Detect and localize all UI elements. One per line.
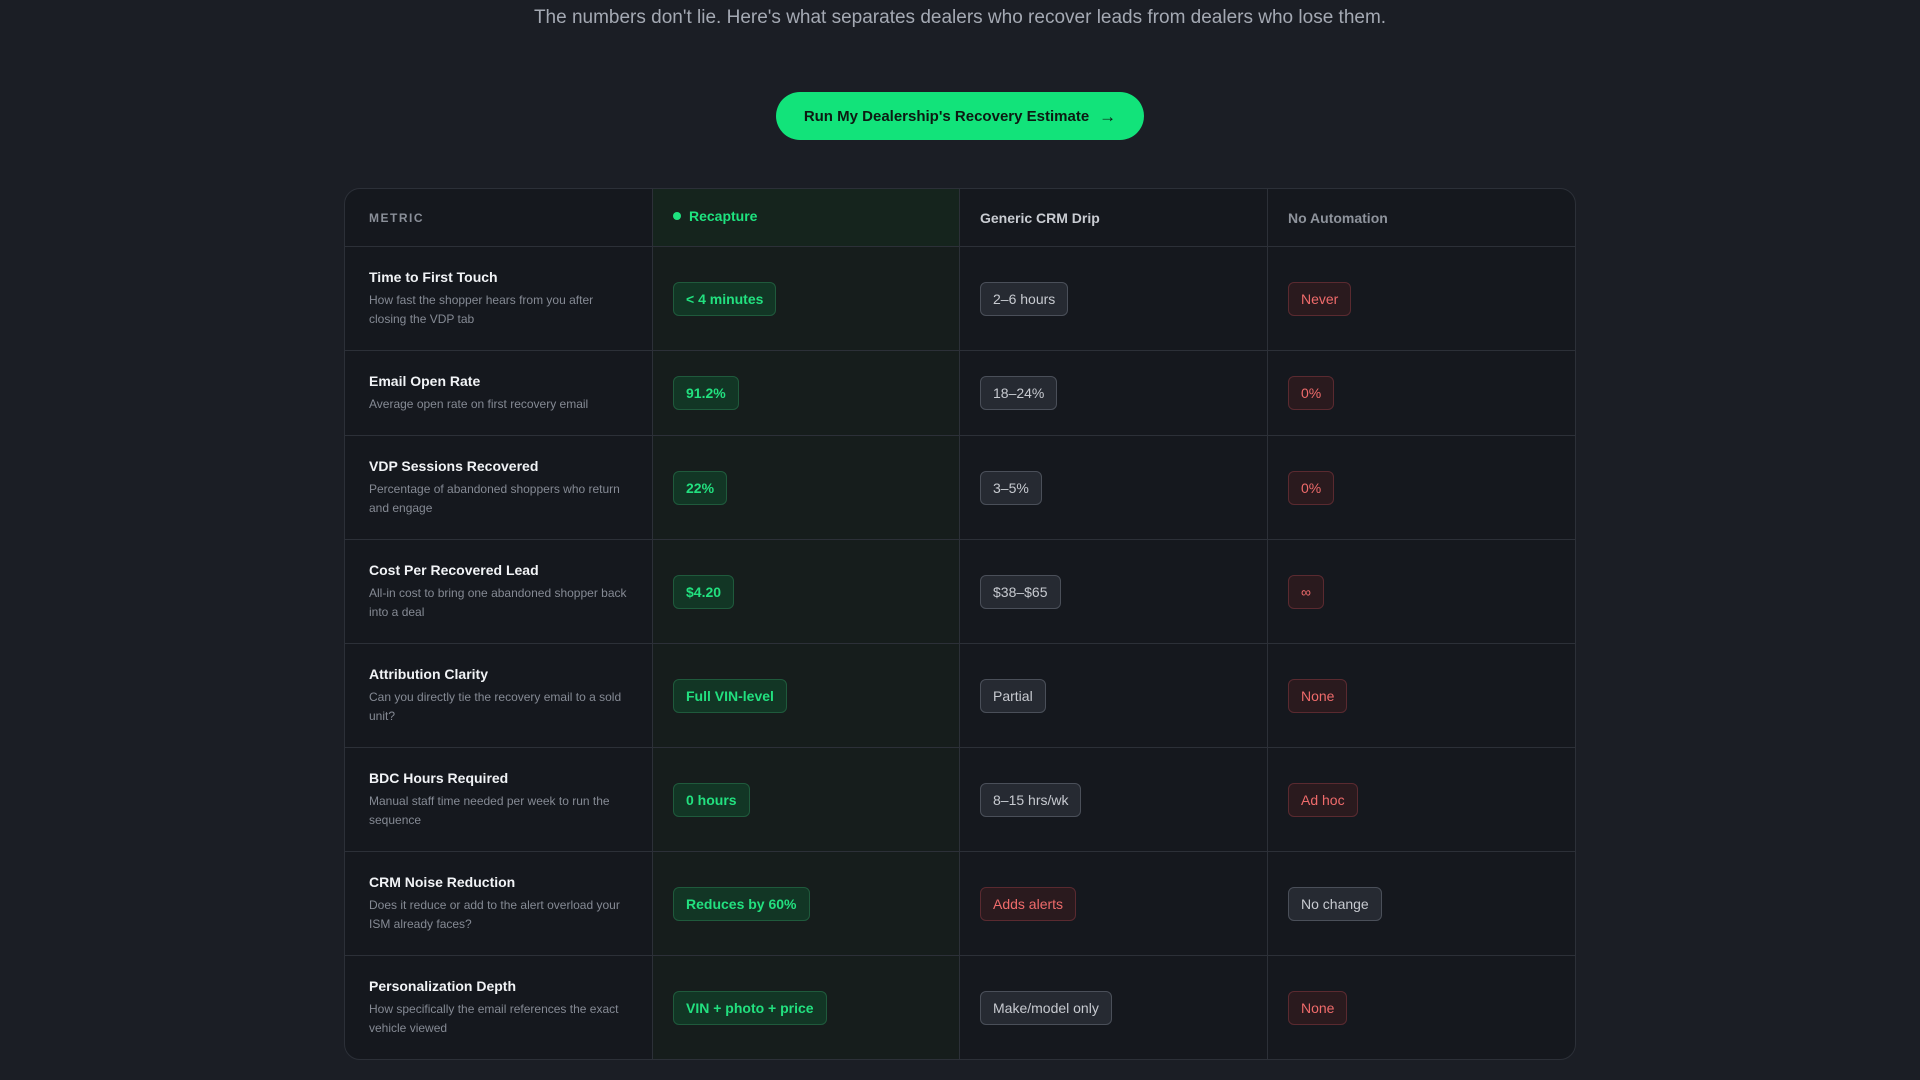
recapture-value-badge: 0 hours (673, 782, 750, 817)
metric-description: Average open rate on first recovery emai… (369, 396, 589, 411)
cta-label: Run My Dealership's Recovery Estimate (803, 107, 1090, 125)
metric-title: VDP Sessions Recovered (369, 457, 539, 474)
no-automation-value-badge: No change (1288, 886, 1382, 921)
recapture-value-badge: $4.20 (673, 574, 735, 609)
generic-crm-column-header: Generic CRM Drip (980, 209, 1100, 226)
comparison-table: METRIC Recapture Generic CRM Drip No Aut… (344, 188, 1576, 1060)
recapture-value-badge: Full VIN-level (673, 678, 787, 713)
metric-description: Manual staff time needed per week to run… (369, 793, 610, 827)
no-automation-value-badge: None (1288, 990, 1348, 1025)
metric-title: Email Open Rate (369, 372, 481, 389)
no-automation-value-badge: Ad hoc (1288, 782, 1358, 817)
table-header-row: METRIC Recapture Generic CRM Drip No Aut… (345, 189, 1575, 246)
recapture-value-badge: < 4 minutes (673, 281, 777, 316)
metric-description: Does it reduce or add to the alert overl… (369, 897, 620, 931)
metric-title: Time to First Touch (369, 268, 498, 285)
generic-value-badge: $38–$65 (980, 574, 1061, 609)
metric-description: Can you directly tie the recovery email … (369, 689, 622, 723)
table-row: BDC Hours Required Manual staff time need… (345, 747, 1575, 851)
no-automation-column-header: No Automation (1288, 209, 1388, 226)
recapture-value-badge: VIN + photo + price (673, 990, 827, 1025)
metric-title: BDC Hours Required (369, 769, 509, 786)
generic-value-badge: 8–15 hrs/wk (980, 782, 1082, 817)
table-row: Personalization Depth How specifically th… (345, 955, 1575, 1059)
no-automation-value-badge: 0% (1288, 376, 1335, 410)
no-automation-value-badge: None (1288, 678, 1348, 713)
metric-column-header: METRIC (369, 210, 424, 225)
recapture-value-badge: 22% (673, 470, 728, 505)
no-automation-value-badge: ∞ (1288, 574, 1324, 609)
recovery-estimate-button[interactable]: Run My Dealership's Recovery Estimate → (775, 92, 1145, 140)
metric-description: Percentage of abandoned shoppers who ret… (369, 481, 620, 515)
table-row: Email Open Rate Average open rate on firs… (345, 350, 1575, 435)
generic-value-badge: 2–6 hours (980, 281, 1069, 316)
no-automation-value-badge: 0% (1288, 470, 1335, 505)
generic-value-badge: 3–5% (980, 470, 1042, 505)
status-dot-icon (673, 211, 681, 220)
metric-title: Personalization Depth (369, 977, 517, 994)
generic-value-badge: Make/model only (980, 990, 1112, 1025)
recapture-column-header: Recapture (673, 208, 757, 224)
generic-value-badge: Partial (980, 678, 1046, 713)
generic-value-badge: 18–24% (980, 376, 1058, 410)
table-row: CRM Noise Reduction Does it reduce or add… (345, 851, 1575, 955)
metric-title: Cost Per Recovered Lead (369, 561, 539, 578)
table-row: Cost Per Recovered Lead All-in cost to br… (345, 539, 1575, 643)
generic-value-badge: Adds alerts (980, 886, 1077, 921)
no-automation-value-badge: Never (1288, 281, 1352, 316)
table-row: Attribution Clarity Can you directly tie … (345, 643, 1575, 747)
arrow-right-icon: → (1099, 106, 1117, 126)
recapture-value-badge: 91.2% (673, 376, 739, 410)
section-subtitle: The numbers don't lie. Here's what separ… (533, 7, 1387, 28)
metric-title: Attribution Clarity (369, 665, 488, 682)
table-row: VDP Sessions Recovered Percentage of aban… (345, 435, 1575, 539)
metric-title: CRM Noise Reduction (369, 873, 516, 890)
recapture-value-badge: Reduces by 60% (673, 886, 810, 921)
metric-description: How specifically the email references th… (369, 1001, 619, 1035)
metric-description: All-in cost to bring one abandoned shopp… (369, 585, 627, 619)
table-row: Time to First Touch How fast the shopper … (345, 246, 1575, 350)
metric-description: How fast the shopper hears from you afte… (369, 292, 594, 326)
